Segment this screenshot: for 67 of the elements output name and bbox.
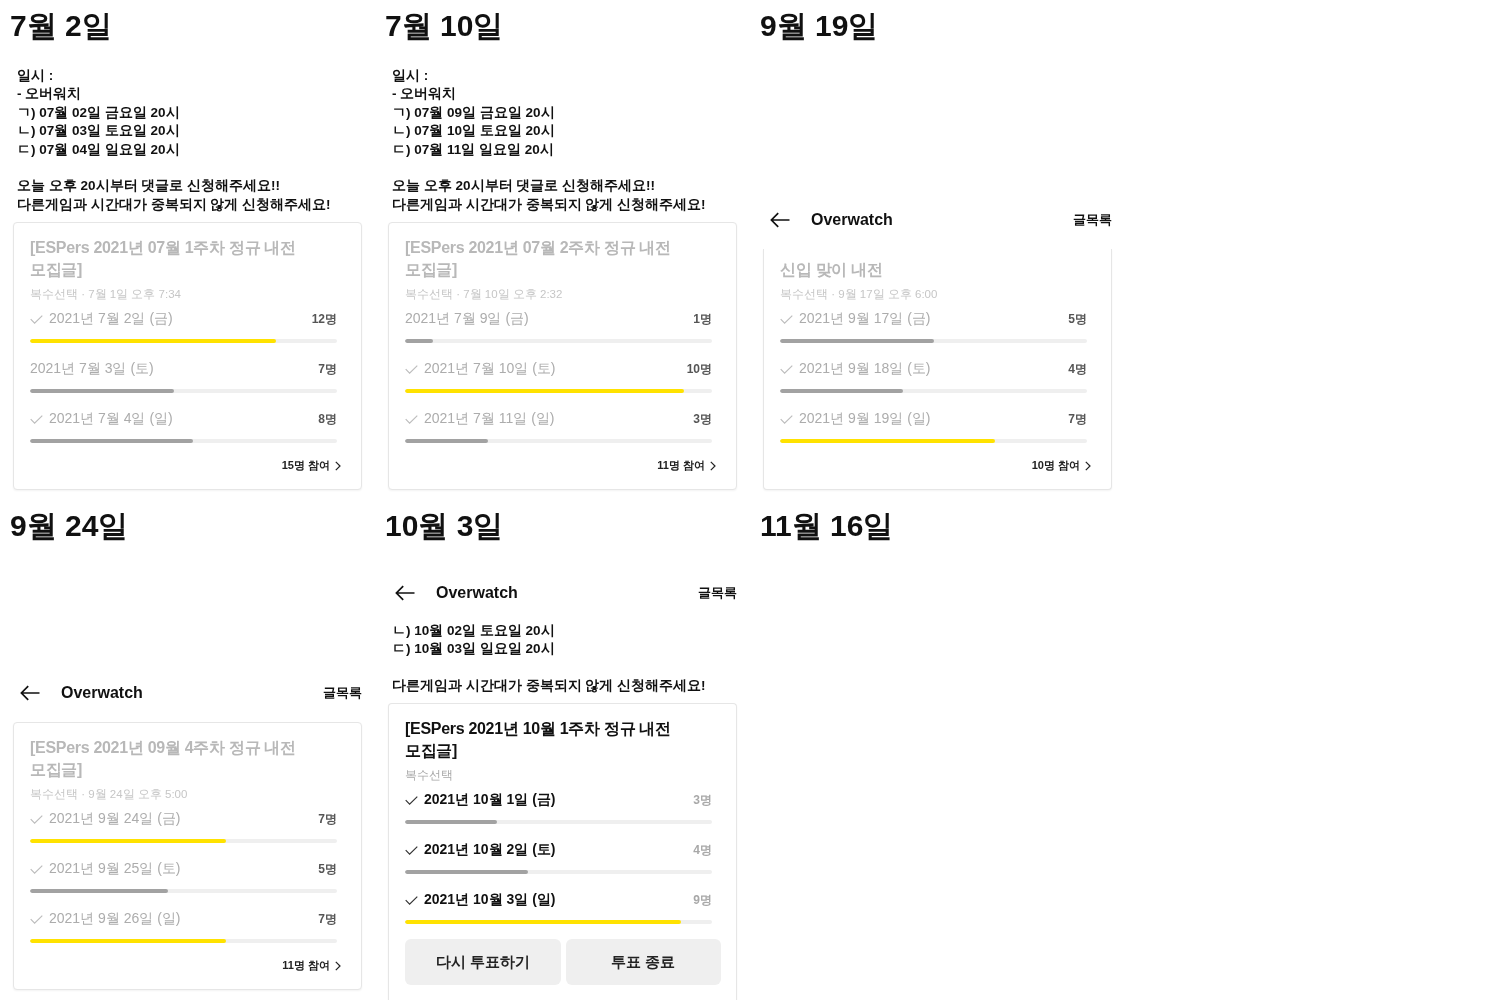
post-list-link[interactable]: 글목록 [323, 684, 362, 702]
vote-count: 4명 [1068, 360, 1087, 378]
poll-title: [ESPers 2021년 10월 1주차 정규 내전 모집글] [405, 719, 672, 761]
vote-count: 1명 [693, 310, 712, 328]
poll-title: [ESPers 2021년 07월 2주차 정규 내전 모집글] [405, 238, 672, 280]
option-label: 2021년 7월 3일 (토) [30, 360, 155, 378]
option-label: 2021년 9월 18일 (토) [799, 360, 932, 378]
vote-count: 8명 [318, 410, 337, 428]
option-label: 2021년 10월 2일 (토) [424, 841, 557, 859]
end-vote-button[interactable]: 투표 종료 [565, 939, 721, 985]
post-list-link[interactable]: 글목록 [1073, 211, 1112, 229]
post-text: 일시 : - 오버워치 ㄱ) 07월 09일 금요일 20시 ㄴ) 07월 10일 토요일 20시 ㄷ) 07월 11일 일요일 20시 [391, 66, 555, 159]
participants-link[interactable]: 11명 참여 [282, 958, 341, 973]
date-heading: 7월 2일 [9, 8, 112, 44]
option-label: 2021년 9월 25일 (토) [49, 860, 182, 878]
post-text: 일시 : - 오버워치 ㄱ) 07월 02일 금요일 20시 ㄴ) 07월 03일 토요일 20시 ㄷ) 07월 04일 일요일 20시 [16, 66, 180, 159]
option-label: 2021년 10월 1일 (금) [424, 791, 557, 809]
back-arrow-icon[interactable] [770, 212, 790, 228]
date-heading: 9월 19일 [759, 8, 879, 44]
option-label: 2021년 7월 10일 (토) [424, 360, 557, 378]
post-list-link[interactable]: 글목록 [698, 583, 737, 602]
participants-link[interactable]: 10명 참여 [1031, 458, 1091, 473]
date-heading: 11월 16일 [759, 508, 894, 544]
vote-count: 7명 [318, 810, 337, 828]
poll-title: [ESPers 2021년 09월 4주차 정규 내전 모집글] [30, 738, 297, 780]
option-label: 2021년 9월 24일 (금) [49, 810, 182, 828]
vote-count: 7명 [1068, 410, 1087, 428]
app-bar-title: Overwatch [436, 583, 519, 602]
post-text: 다른게임과 시간대가 중복되지 않게 신청해주세요! [391, 676, 706, 695]
vote-count: 7명 [318, 360, 337, 378]
option-label: 2021년 9월 19일 (일) [799, 410, 932, 428]
poll-meta: 복수선택 [405, 768, 453, 783]
option-label: 2021년 7월 2일 (금) [49, 310, 174, 328]
date-heading: 7월 10일 [384, 8, 504, 44]
vote-again-button[interactable]: 다시 투표하기 [405, 939, 561, 985]
vote-count: 3명 [693, 410, 712, 428]
post-text: ㄴ) 10월 02일 토요일 20시 ㄷ) 10월 03일 일요일 20시 [391, 621, 555, 658]
poll-title: 신입 맞이 내전 [780, 260, 884, 280]
option-label: 2021년 10월 3일 (일) [424, 891, 557, 909]
option-label: 2021년 7월 11일 (일) [424, 410, 556, 428]
vote-count: 10명 [686, 360, 712, 378]
date-heading: 9월 24일 [9, 508, 129, 544]
chevron-right-icon [1085, 460, 1091, 471]
app-bar-title: Overwatch [61, 684, 144, 702]
vote-count: 4명 [693, 841, 712, 859]
chevron-right-icon [335, 460, 341, 471]
back-arrow-icon[interactable] [395, 584, 415, 601]
vote-count: 7명 [318, 910, 337, 928]
app-bar-title: Overwatch [811, 211, 894, 229]
participants-link[interactable]: 15명 참여 [281, 458, 341, 473]
option-label: 2021년 9월 26일 (일) [49, 910, 182, 928]
option-label: 2021년 7월 9일 (금) [405, 310, 530, 328]
option-label: 2021년 9월 17일 (금) [799, 310, 932, 328]
chevron-right-icon [710, 460, 716, 471]
vote-count: 9명 [693, 891, 712, 909]
vote-count: 5명 [318, 860, 337, 878]
participants-link[interactable]: 11명 참여 [657, 458, 716, 473]
post-text: 오늘 오후 20시부터 댓글로 신청해주세요!! 다른게임과 시간대가 중복되지 않게 신청해주세요! [391, 177, 706, 214]
option-label: 2021년 7월 4일 (일) [49, 410, 174, 428]
poll-title: [ESPers 2021년 07월 1주차 정규 내전 모집글] [30, 238, 297, 280]
vote-count: 3명 [693, 791, 712, 809]
post-text: 오늘 오후 20시부터 댓글로 신청해주세요!! 다른게임과 시간대가 중복되지 않게 신청해주세요! [16, 177, 331, 214]
vote-count: 5명 [1068, 310, 1087, 328]
back-arrow-icon[interactable] [20, 685, 40, 701]
chevron-right-icon [335, 960, 341, 971]
vote-count: 12명 [311, 310, 337, 328]
date-heading: 10월 3일 [384, 508, 504, 544]
